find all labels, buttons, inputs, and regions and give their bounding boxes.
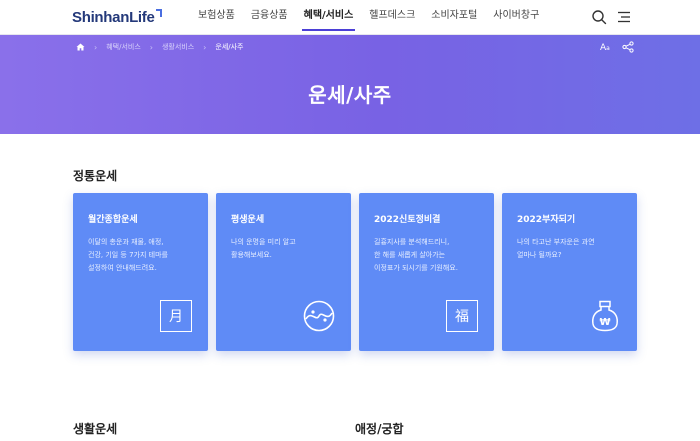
nav-item-cyber-center[interactable]: 사이버창구 <box>485 0 547 35</box>
fortune-character-icon: 福 <box>446 300 478 332</box>
font-size-button[interactable]: Aa <box>600 43 610 53</box>
card-tojeong-secret[interactable]: 2022신토정비결 길흉지사를 분석해드리니, 한 해를 새롭게 살아가는 이정… <box>359 193 494 351</box>
breadcrumb-item-benefits[interactable]: 혜택/서비스 <box>106 42 141 52</box>
font-size-sub: a <box>606 45 610 52</box>
page-hero-banner: › 혜택/서비스 › 생활서비스 › 운세/사주 Aa 운세/사주 <box>0 35 700 134</box>
card-description: 나의 운명을 미리 알고 활용해보세요. <box>231 238 296 259</box>
card-become-rich[interactable]: 2022부자되기 나의 타고난 부자운은 과연 얼마나 될까요? ₩ <box>502 193 637 351</box>
logo-text: ShinhanLife <box>72 8 155 26</box>
card-title: 2022부자되기 <box>517 215 576 225</box>
site-header: ShinhanLife 보험상품 금융상품 혜택/서비스 헬프데스크 소비자포털… <box>0 0 700 35</box>
fortune-card-list: 월간종합운세 이달의 총운과 재물, 애정, 건강, 기일 등 7가지 테마를 … <box>73 193 637 351</box>
breadcrumb-item-current: 운세/사주 <box>215 43 244 51</box>
card-lifetime-fortune[interactable]: 평생운세 나의 운명을 미리 알고 활용해보세요. <box>216 193 351 351</box>
moon-character-icon: 月 <box>160 300 192 332</box>
share-icon[interactable] <box>622 41 634 53</box>
home-icon[interactable] <box>76 43 85 51</box>
page-title: 운세/사주 <box>308 83 392 107</box>
nav-item-benefits[interactable]: 혜택/서비스 <box>296 0 362 35</box>
card-title: 2022신토정비결 <box>374 215 441 225</box>
won-sign: ₩ <box>599 317 610 328</box>
search-icon[interactable] <box>591 9 607 25</box>
nav-item-consumer-portal[interactable]: 소비자포털 <box>423 0 485 35</box>
breadcrumb-item-life-service[interactable]: 생활서비스 <box>162 42 194 52</box>
nav-item-insurance[interactable]: 보험상품 <box>190 0 243 35</box>
shinhanlife-logo[interactable]: ShinhanLife <box>72 7 162 27</box>
section-title-love: 애정/궁합 <box>355 422 404 436</box>
card-description: 이달의 총운과 재물, 애정, 건강, 기일 등 7가지 테마를 설정하여 안내… <box>88 238 168 272</box>
chevron-right-icon: › <box>203 42 207 52</box>
menu-icon[interactable] <box>616 9 632 25</box>
logo-mark-icon <box>155 9 162 17</box>
main-nav: 보험상품 금융상품 혜택/서비스 헬프데스크 소비자포털 사이버창구 <box>190 0 547 35</box>
section-title-traditional: 정통운세 <box>73 169 118 183</box>
chevron-right-icon: › <box>94 42 98 52</box>
card-title: 월간종합운세 <box>88 215 138 225</box>
money-bag-icon: ₩ <box>592 300 618 332</box>
breadcrumb: › 혜택/서비스 › 생활서비스 › 운세/사주 <box>76 42 244 52</box>
chevron-right-icon: › <box>149 42 153 52</box>
card-monthly-fortune[interactable]: 월간종합운세 이달의 총운과 재물, 애정, 건강, 기일 등 7가지 테마를 … <box>73 193 208 351</box>
card-title: 평생운세 <box>231 215 265 225</box>
card-description: 나의 타고난 부자운은 과연 얼마나 될까요? <box>517 238 595 259</box>
nav-item-finance[interactable]: 금융상품 <box>243 0 296 35</box>
card-description: 길흉지사를 분석해드리니, 한 해를 새롭게 살아가는 이정표가 되시기를 기원… <box>374 238 458 272</box>
yin-yang-icon <box>303 300 335 332</box>
section-title-life: 생활운세 <box>73 422 118 436</box>
nav-item-helpdesk[interactable]: 헬프데스크 <box>361 0 423 35</box>
